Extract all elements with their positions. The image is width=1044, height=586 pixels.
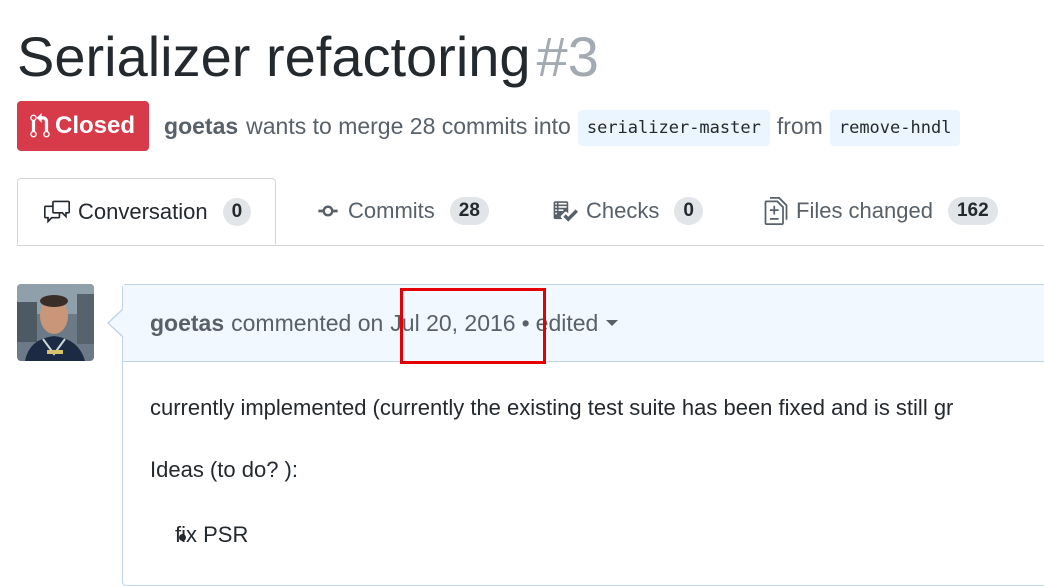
highlight-annotation-box — [400, 288, 546, 364]
head-branch[interactable]: remove-hndl — [829, 110, 961, 146]
tab-checks[interactable]: Checks 0 — [550, 178, 703, 244]
git-pull-request-icon — [30, 113, 50, 138]
comment-action: commented on — [231, 309, 384, 336]
avatar[interactable] — [17, 284, 94, 361]
pr-number: #3 — [536, 25, 599, 88]
comment-box: goetas commented on Jul 20, 2016 • edite… — [122, 284, 1044, 586]
tab-conversation[interactable]: Conversation 0 — [17, 178, 277, 245]
comment-pointer-fill — [109, 310, 123, 336]
tab-conversation-counter: 0 — [222, 197, 252, 226]
tab-checks-label: Checks — [586, 198, 660, 223]
chevron-down-icon — [606, 320, 619, 326]
pr-meta: Closed goetas wants to merge 28 commits … — [17, 101, 967, 151]
tab-files-changed-counter: 162 — [947, 197, 998, 225]
pr-title-text: Serializer refactoring — [17, 25, 531, 88]
tab-files-changed[interactable]: Files changed 162 — [762, 178, 998, 244]
state-label: Closed — [55, 112, 136, 139]
state-badge: Closed — [17, 101, 150, 151]
pr-tabnav: Conversation 0 Commits 28 Checks 0 Files… — [17, 178, 1044, 246]
git-commit-icon — [318, 205, 338, 217]
pr-author-link[interactable]: goetas — [164, 113, 238, 140]
from-text: from — [776, 112, 823, 139]
edited-dropdown[interactable]: edited — [536, 310, 619, 337]
comment-paragraph: Ideas (to do? ): — [150, 457, 298, 482]
tab-commits-counter: 28 — [449, 197, 489, 225]
tab-commits[interactable]: Commits 28 — [314, 178, 489, 244]
merge-text: wants to merge 28 commits into — [246, 112, 571, 139]
comment-header: goetas commented on Jul 20, 2016 • edite… — [123, 285, 1044, 362]
pr-title: Serializer refactoring #3 — [17, 22, 599, 92]
tab-commits-label: Commits — [348, 198, 435, 223]
diff-icon — [764, 197, 788, 225]
tab-checks-counter: 0 — [674, 197, 703, 225]
tab-conversation-label: Conversation — [78, 198, 208, 224]
checklist-icon — [553, 201, 578, 222]
comment-author-link[interactable]: goetas — [150, 310, 224, 337]
comment-discussion-icon — [44, 200, 70, 223]
tab-files-changed-label: Files changed — [796, 198, 933, 223]
base-branch[interactable]: serializer-master — [577, 110, 770, 146]
list-item: fix PSR — [175, 522, 249, 547]
comment-paragraph: currently implemented (currently the exi… — [150, 395, 954, 420]
avatar-photo-icon — [17, 284, 94, 361]
